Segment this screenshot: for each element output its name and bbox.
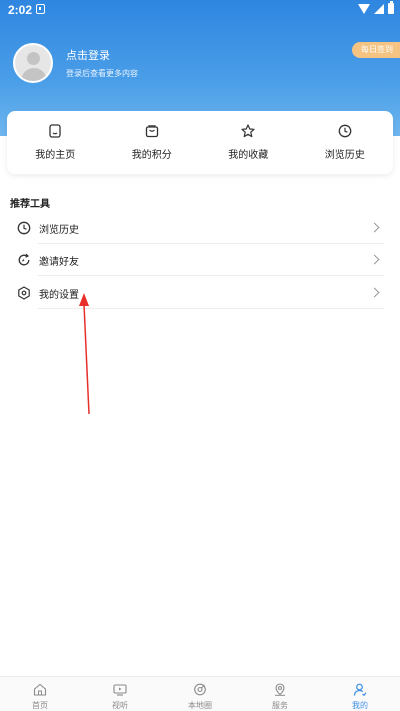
quick-link-homepage[interactable]: 我的主页 xyxy=(7,111,104,174)
quick-link-label: 我的收藏 xyxy=(228,150,269,161)
service-location-icon xyxy=(275,683,285,696)
bottom-tab-bar: 首页 视听 本地圈 服务 我的 xyxy=(0,676,400,711)
tab-label: 本地圈 xyxy=(188,701,212,710)
notification-icon xyxy=(36,4,45,14)
refresh-icon xyxy=(18,253,30,266)
tool-row-settings[interactable]: 我的设置 xyxy=(0,277,400,309)
avatar-body xyxy=(21,68,47,81)
tools-section-title: 推荐工具 xyxy=(10,199,50,210)
status-time: 2:02 xyxy=(8,3,33,17)
quick-links-card: 我的主页 我的积分 我的收藏 浏览历史 xyxy=(7,111,393,174)
chevron-right-icon xyxy=(369,287,380,298)
tab-label: 服务 xyxy=(272,701,288,710)
clock-icon xyxy=(17,221,31,235)
login-title[interactable]: 点击登录 xyxy=(66,47,110,63)
tab-label: 首页 xyxy=(32,701,48,710)
points-bag-icon xyxy=(145,125,158,138)
daily-checkin-button[interactable]: 每日签到 xyxy=(352,42,400,58)
tab-label: 视听 xyxy=(112,701,128,710)
quick-link-history[interactable]: 浏览历史 xyxy=(297,111,394,174)
arrow-shaft xyxy=(83,303,90,415)
tool-row-invite-friends[interactable]: 邀请好友 xyxy=(0,244,400,276)
local-circle-icon xyxy=(194,683,206,696)
signal-icon xyxy=(374,3,384,14)
status-bar: 2:02 xyxy=(0,0,400,20)
quick-link-favorites[interactable]: 我的收藏 xyxy=(200,111,297,174)
tab-label: 我的 xyxy=(352,701,368,710)
login-subtitle: 登录后查看更多内容 xyxy=(66,69,138,78)
quick-link-points[interactable]: 我的积分 xyxy=(104,111,201,174)
tool-row-history[interactable]: 浏览历史 xyxy=(0,212,400,244)
tv-icon xyxy=(113,684,127,696)
tool-row-label: 我的设置 xyxy=(39,290,79,301)
avatar-head xyxy=(27,52,40,65)
chevron-right-icon xyxy=(369,254,380,265)
wifi-icon xyxy=(358,3,370,14)
tab-video[interactable]: 视听 xyxy=(80,677,160,711)
battery-icon xyxy=(388,1,394,14)
avatar[interactable] xyxy=(13,43,53,83)
tab-service[interactable]: 服务 xyxy=(240,677,320,711)
tool-row-label: 邀请好友 xyxy=(39,257,79,268)
home-icon xyxy=(33,683,47,696)
row-divider xyxy=(38,308,384,309)
tab-home[interactable]: 首页 xyxy=(0,677,80,711)
quick-link-label: 我的积分 xyxy=(131,150,172,161)
tool-row-label: 浏览历史 xyxy=(39,225,79,236)
homepage-icon xyxy=(49,124,61,138)
tab-local-circle[interactable]: 本地圈 xyxy=(160,677,240,711)
quick-link-label: 我的主页 xyxy=(35,150,76,161)
quick-link-label: 浏览历史 xyxy=(324,150,365,161)
row-divider xyxy=(38,275,384,276)
user-icon xyxy=(353,683,367,696)
chevron-right-icon xyxy=(369,222,380,233)
clock-icon xyxy=(338,124,352,138)
star-icon xyxy=(241,124,255,138)
settings-hexagon-icon xyxy=(18,286,30,300)
tab-mine[interactable]: 我的 xyxy=(320,677,400,711)
